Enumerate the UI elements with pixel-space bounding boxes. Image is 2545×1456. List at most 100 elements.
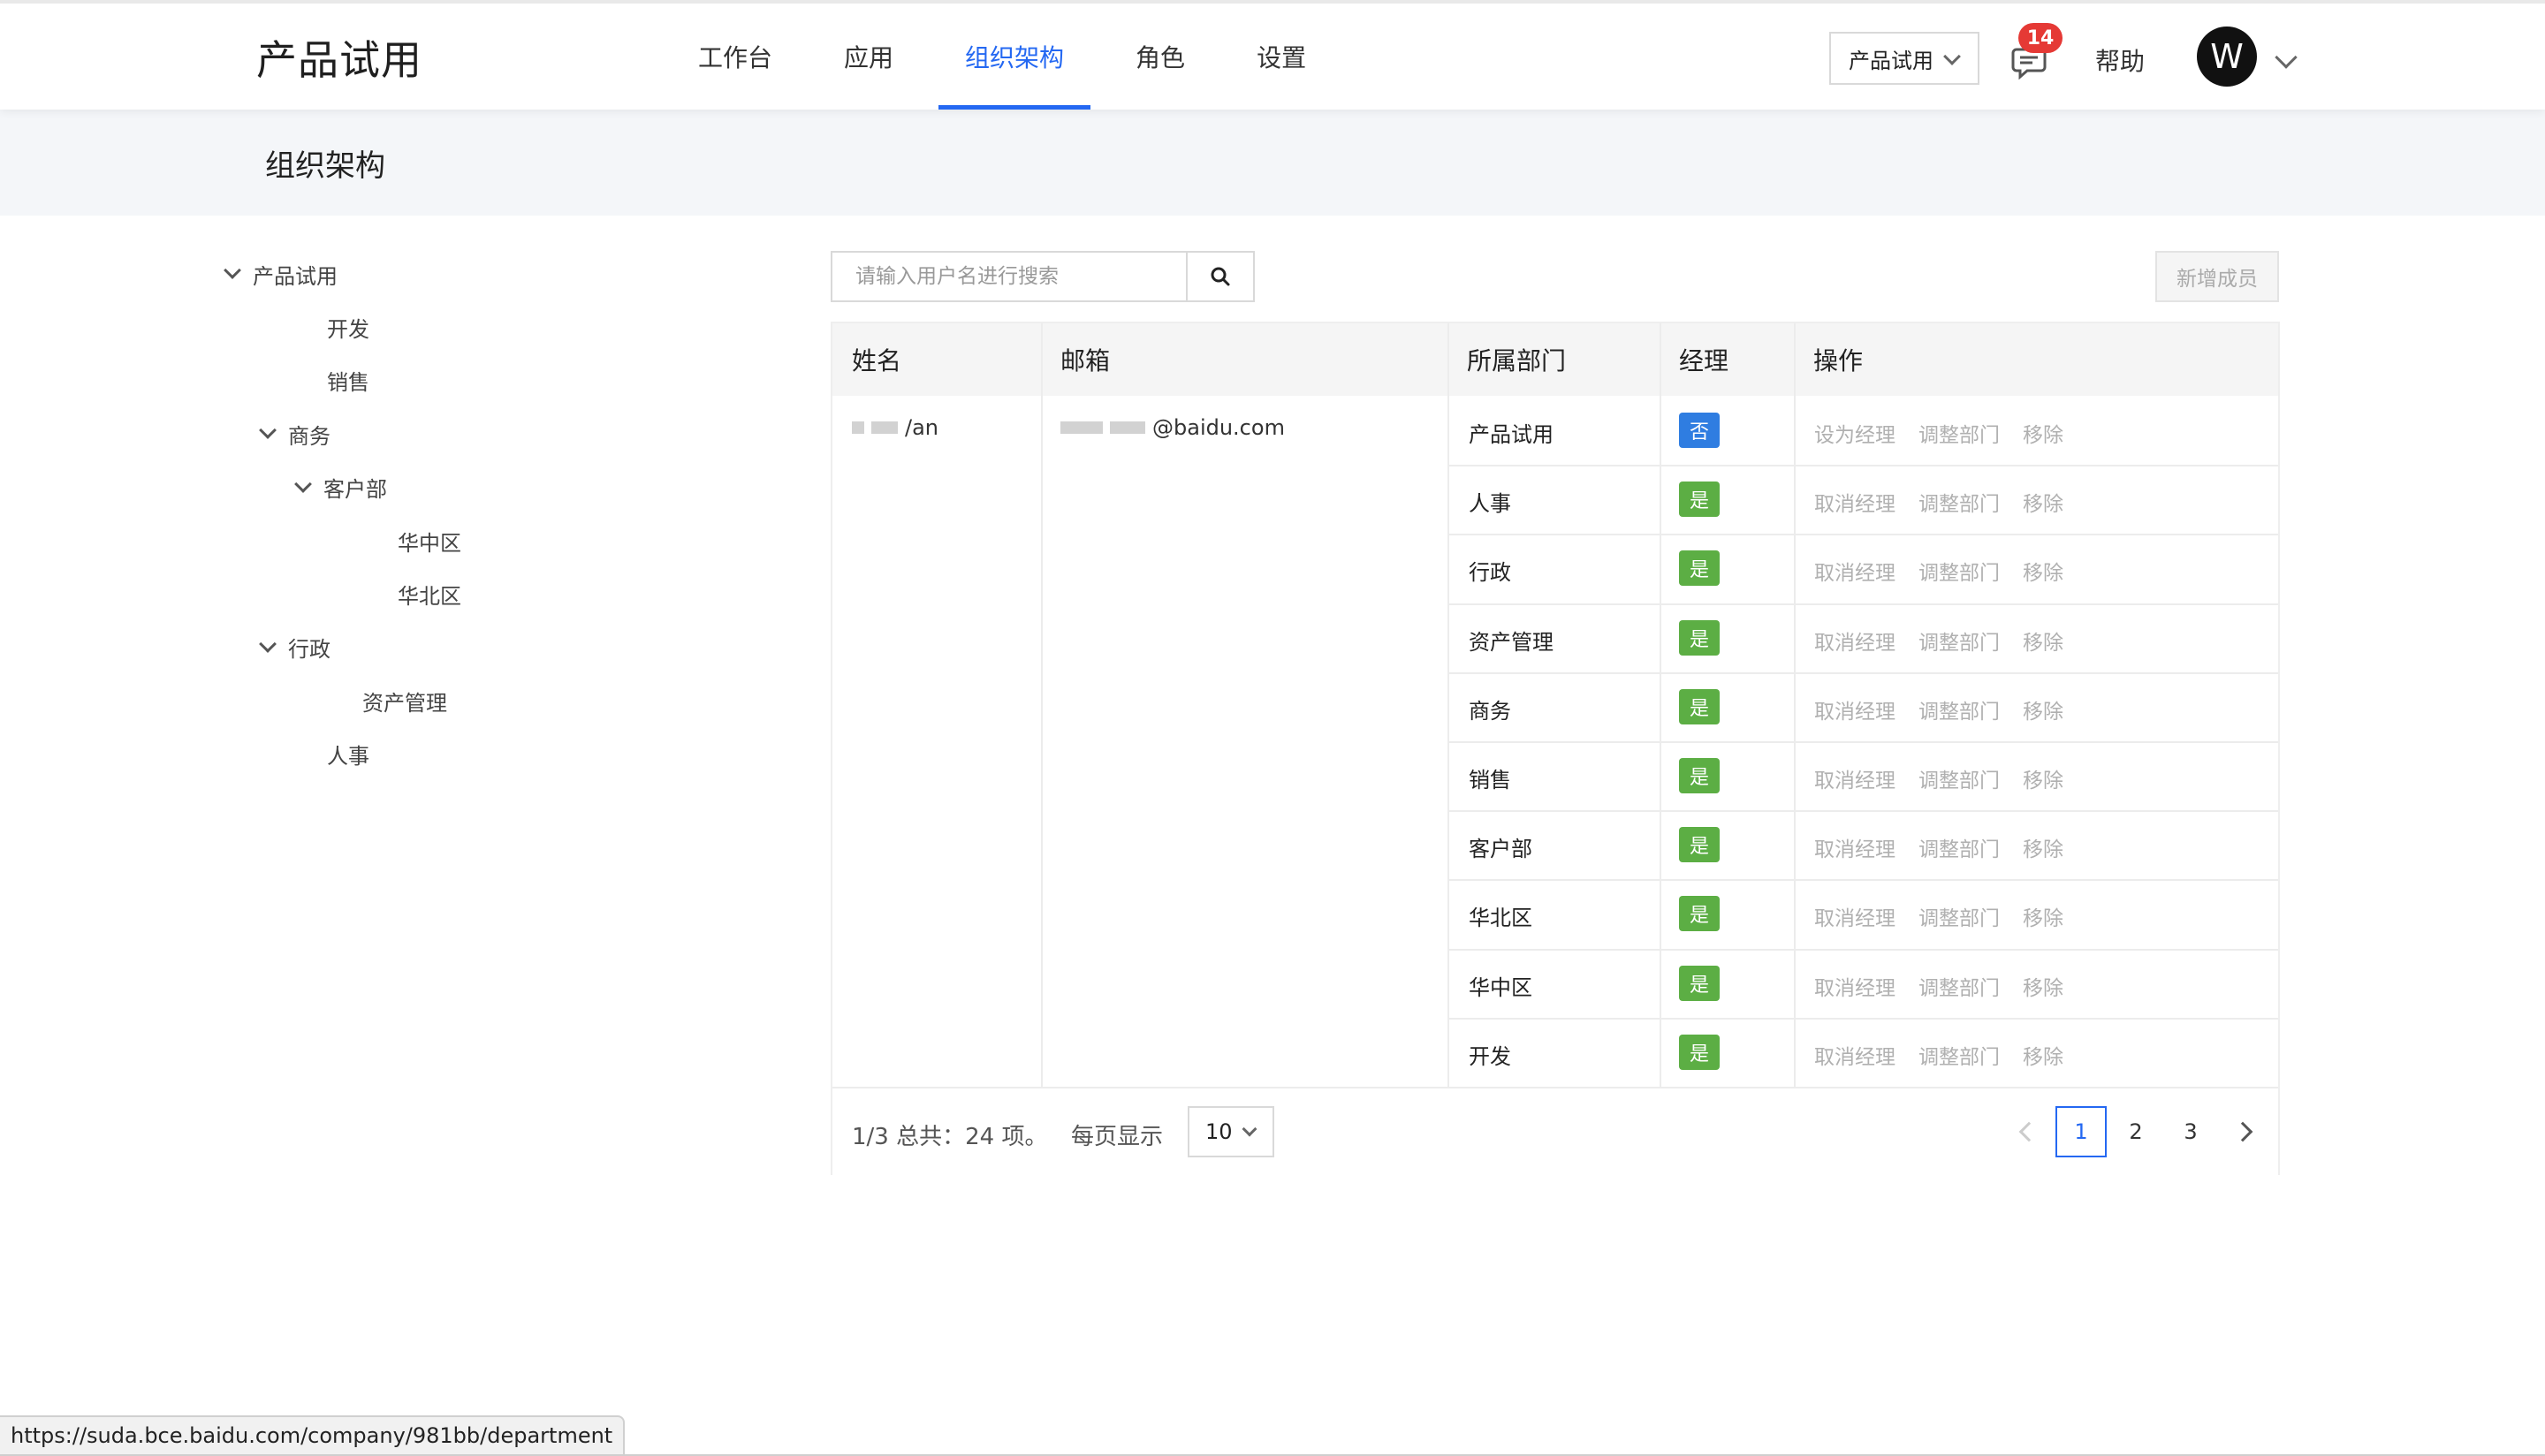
nav-item-1[interactable]: 应用 xyxy=(817,4,920,110)
department-cell: 资产管理 xyxy=(1469,629,1554,655)
adjust-department-link[interactable]: 调整部门 xyxy=(1918,418,2000,448)
adjust-department-link[interactable]: 调整部门 xyxy=(1918,832,2000,862)
row-actions: 取消经理 调整部门 移除 xyxy=(1814,1040,2086,1070)
page-title-band: 组织架构 xyxy=(0,110,2545,216)
row-actions: 取消经理 调整部门 移除 xyxy=(1814,694,2086,724)
add-member-button[interactable]: 新增成员 xyxy=(2155,251,2279,302)
tree-node[interactable]: 行政 xyxy=(259,630,330,665)
remove-member-link[interactable]: 移除 xyxy=(2023,694,2063,724)
column-header: 经理 xyxy=(1679,346,1729,375)
toggle-manager-link[interactable]: 取消经理 xyxy=(1814,832,1895,862)
toggle-manager-link[interactable]: 取消经理 xyxy=(1814,694,1895,724)
chevron-down-icon[interactable] xyxy=(294,474,312,493)
redacted-mark xyxy=(852,421,864,434)
page-2-button[interactable]: 2 xyxy=(2110,1106,2161,1157)
nav-item-2[interactable]: 组织架构 xyxy=(938,4,1091,110)
department-cell: 人事 xyxy=(1469,491,1511,517)
adjust-department-link[interactable]: 调整部门 xyxy=(1918,694,2000,724)
org-switcher-select[interactable]: 产品试用 xyxy=(1829,32,1979,85)
toggle-manager-link[interactable]: 取消经理 xyxy=(1814,1040,1895,1070)
adjust-department-link[interactable]: 调整部门 xyxy=(1918,487,2000,517)
prev-page-button[interactable] xyxy=(2004,1106,2054,1157)
chevron-down-icon[interactable] xyxy=(259,634,277,653)
toggle-manager-link[interactable]: 取消经理 xyxy=(1814,487,1895,517)
adjust-department-link[interactable]: 调整部门 xyxy=(1918,971,2000,1001)
tree-node[interactable]: 销售 xyxy=(327,363,369,398)
toggle-manager-link[interactable]: 取消经理 xyxy=(1814,626,1895,656)
department-cell: 销售 xyxy=(1469,768,1511,792)
chevron-down-icon[interactable] xyxy=(259,421,277,440)
toggle-manager-link[interactable]: 取消经理 xyxy=(1814,901,1895,931)
browser-status-url: https://suda.bce.baidu.com/company/981bb… xyxy=(0,1415,626,1454)
search-input[interactable] xyxy=(831,251,1186,302)
nav-item-0[interactable]: 工作台 xyxy=(672,4,799,110)
remove-member-link[interactable]: 移除 xyxy=(2023,832,2063,862)
redacted-mark xyxy=(1060,421,1103,434)
tree-node[interactable]: 开发 xyxy=(327,309,369,345)
chevron-down-icon xyxy=(1943,48,1961,65)
department-cell: 商务 xyxy=(1469,698,1511,724)
tree-node[interactable]: 产品试用 xyxy=(224,256,338,292)
tree-node-label: 华北区 xyxy=(398,583,461,609)
page-1-button[interactable]: 1 xyxy=(2055,1106,2107,1157)
redacted-mark xyxy=(871,421,898,434)
remove-member-link[interactable]: 移除 xyxy=(2023,556,2063,586)
manager-status-badge: 是 xyxy=(1679,550,1720,587)
row-divider xyxy=(1449,948,2278,951)
member-name-cell: /an xyxy=(852,415,938,440)
department-cell: 客户部 xyxy=(1469,837,1532,862)
main-nav: 工作台 应用 组织架构 角色 设置 xyxy=(672,4,1351,110)
tree-node[interactable]: 华北区 xyxy=(398,576,461,611)
manager-status-badge: 否 xyxy=(1679,413,1720,448)
adjust-department-link[interactable]: 调整部门 xyxy=(1918,626,2000,656)
table-header: 姓名 邮箱 所属部门 经理 操作 xyxy=(832,323,2278,396)
row-divider xyxy=(1449,534,2278,536)
tree-node[interactable]: 商务 xyxy=(259,416,330,451)
search-button[interactable] xyxy=(1186,251,1255,302)
toggle-manager-link[interactable]: 取消经理 xyxy=(1814,763,1895,793)
column-divider xyxy=(1041,323,1043,1087)
remove-member-link[interactable]: 移除 xyxy=(2023,487,2063,517)
row-divider xyxy=(1449,671,2278,674)
row-actions: 取消经理 调整部门 移除 xyxy=(1814,556,2086,586)
search-icon xyxy=(1211,267,1230,286)
tree-node[interactable]: 资产管理 xyxy=(362,683,447,718)
nav-item-4[interactable]: 设置 xyxy=(1230,4,1333,110)
chevron-down-icon[interactable] xyxy=(224,262,241,279)
adjust-department-link[interactable]: 调整部门 xyxy=(1918,901,2000,931)
next-page-button[interactable] xyxy=(2218,1106,2268,1157)
member-email-text: @baidu.com xyxy=(1152,415,1285,440)
remove-member-link[interactable]: 移除 xyxy=(2023,971,2063,1001)
pagination: 123 xyxy=(2004,1106,2268,1157)
member-email-cell: @baidu.com xyxy=(1060,415,1285,440)
tree-node-label: 资产管理 xyxy=(362,690,447,716)
toggle-manager-link[interactable]: 取消经理 xyxy=(1814,556,1895,586)
column-divider xyxy=(1447,323,1449,1087)
user-avatar[interactable]: W xyxy=(2197,27,2257,87)
remove-member-link[interactable]: 移除 xyxy=(2023,418,2063,448)
page-3-button[interactable]: 3 xyxy=(2165,1106,2216,1157)
org-switcher-label: 产品试用 xyxy=(1849,48,1933,73)
remove-member-link[interactable]: 移除 xyxy=(2023,763,2063,793)
adjust-department-link[interactable]: 调整部门 xyxy=(1918,556,2000,586)
tree-node[interactable]: 华中区 xyxy=(398,523,461,558)
department-cell: 行政 xyxy=(1469,560,1511,586)
toggle-manager-link[interactable]: 取消经理 xyxy=(1814,971,1895,1001)
help-link[interactable]: 帮助 xyxy=(2095,42,2145,78)
adjust-department-link[interactable]: 调整部门 xyxy=(1918,1040,2000,1070)
tree-node-label: 商务 xyxy=(288,423,330,449)
remove-member-link[interactable]: 移除 xyxy=(2023,901,2063,931)
remove-member-link[interactable]: 移除 xyxy=(2023,1040,2063,1070)
nav-item-3[interactable]: 角色 xyxy=(1109,4,1212,110)
row-divider xyxy=(1449,1017,2278,1020)
row-divider xyxy=(1449,603,2278,605)
adjust-department-link[interactable]: 调整部门 xyxy=(1918,763,2000,793)
tree-node[interactable]: 人事 xyxy=(327,737,369,772)
toggle-manager-link[interactable]: 设为经理 xyxy=(1814,418,1895,448)
chevron-down-icon[interactable] xyxy=(2275,46,2298,69)
department-cell: 华北区 xyxy=(1469,906,1532,931)
manager-status-badge: 是 xyxy=(1679,758,1720,793)
tree-node[interactable]: 客户部 xyxy=(294,470,387,505)
remove-member-link[interactable]: 移除 xyxy=(2023,626,2063,656)
page-size-select[interactable]: 10 xyxy=(1188,1106,1274,1157)
